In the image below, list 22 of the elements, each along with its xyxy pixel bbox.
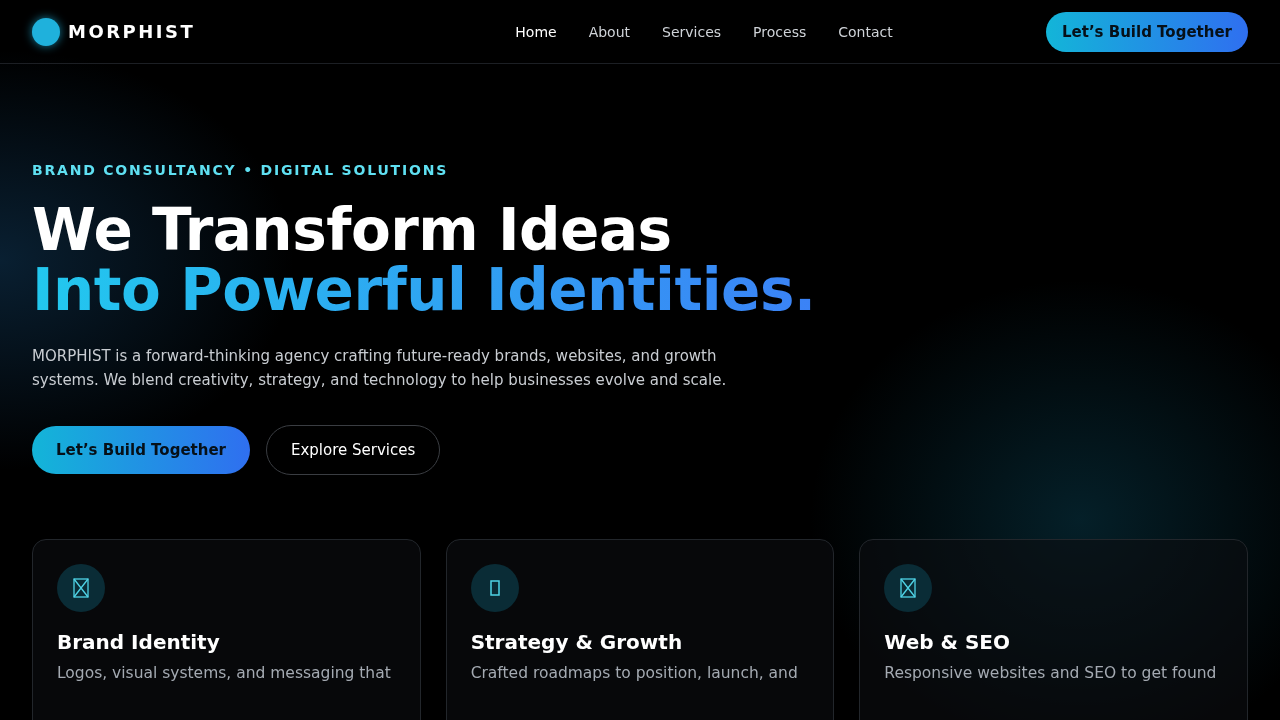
nav-link[interactable]: Contact bbox=[838, 23, 893, 40]
card-description: Logos, visual systems, and messaging that bbox=[57, 664, 392, 682]
card-title: Strategy & Growth bbox=[470, 630, 684, 654]
brand-name: MORPHIST bbox=[68, 21, 196, 42]
nav-link[interactable]: About bbox=[588, 23, 631, 40]
nav-link[interactable]: Home bbox=[515, 23, 557, 40]
nav-link[interactable]: Services bbox=[662, 23, 722, 40]
eyebrow-text: BRAND CONSULTANCY • DIGITAL SOLUTIONS bbox=[32, 162, 450, 178]
card-title: Brand Identity bbox=[57, 630, 221, 654]
cta-button[interactable]: Let’s Build Together bbox=[32, 426, 250, 474]
hero-description: MORPHIST is a forward-thinking agency crafting future-ready brands, websites, and growth systems. We blend creativity, strategy, and technology to help businesses evolve and scale. bbox=[32, 346, 728, 391]
logo-dot-icon bbox=[32, 17, 60, 46]
headline: We Transform Ideas bbox=[32, 200, 672, 260]
crossed-box-icon bbox=[900, 578, 917, 598]
nav-link[interactable]: Process bbox=[753, 23, 807, 40]
empty-box-icon bbox=[489, 580, 500, 596]
explore-button[interactable]: Explore Services bbox=[266, 425, 441, 475]
card-title: Web & SEO bbox=[884, 630, 1011, 654]
card-description: Responsive websites and SEO to get found bbox=[884, 664, 1218, 682]
card-description: Crafted roadmaps to position, launch, and bbox=[470, 664, 799, 682]
cta-button[interactable]: Let’s Build Together bbox=[1046, 11, 1248, 52]
crossed-box-icon bbox=[73, 578, 89, 598]
